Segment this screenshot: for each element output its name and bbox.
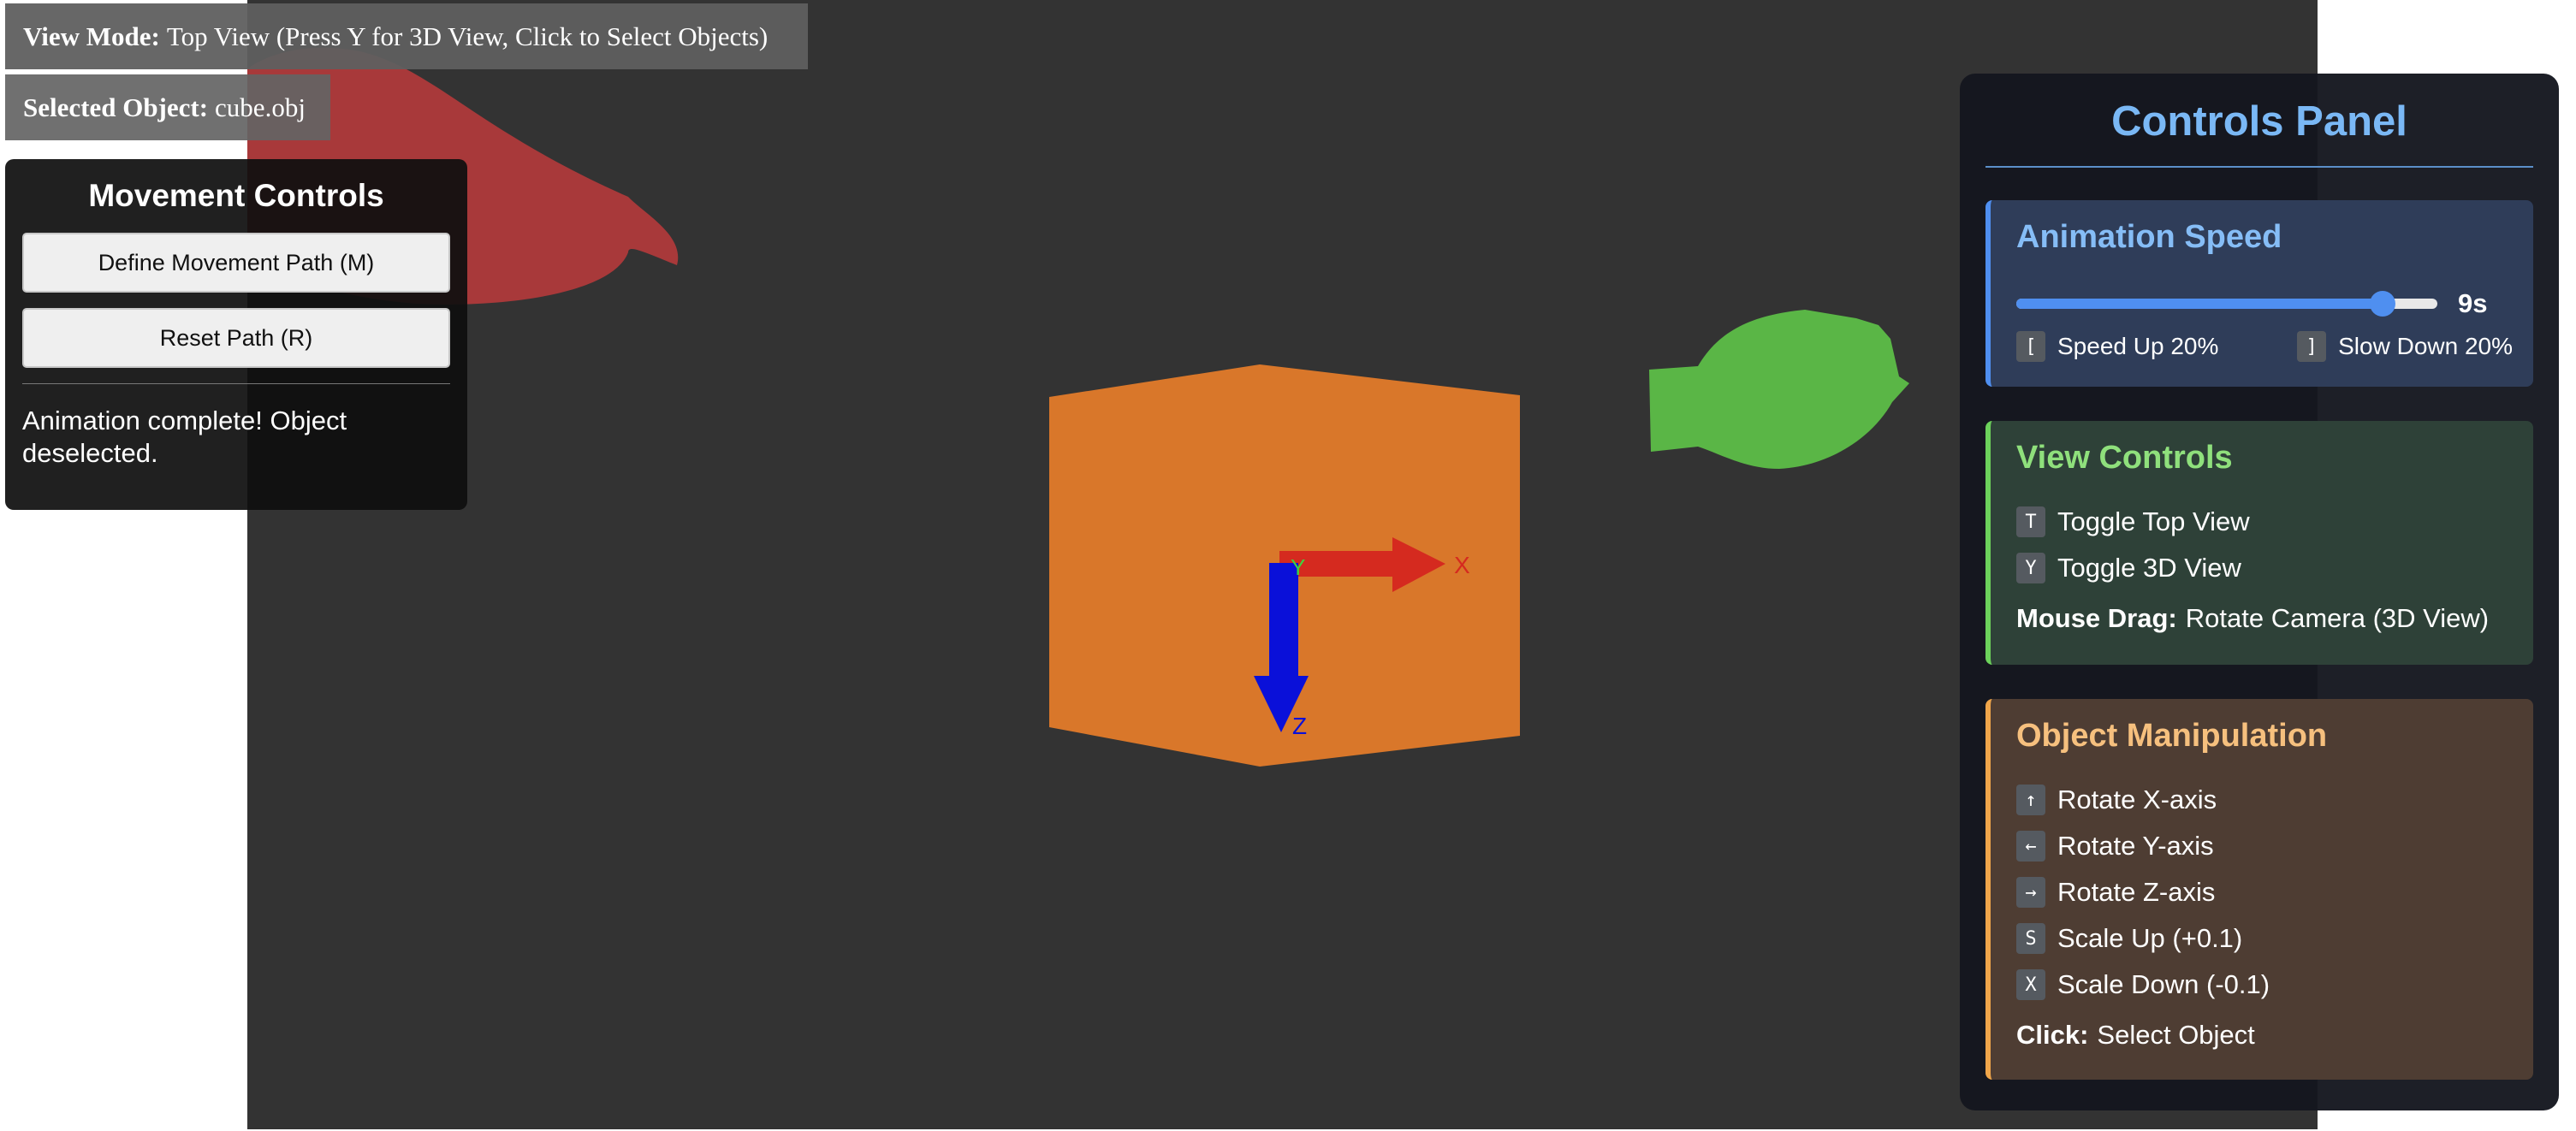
axis-x-label: X [1454,552,1470,578]
speed-up-hint: [ Speed Up 20% [2016,331,2218,362]
reset-path-button[interactable]: Reset Path (R) [22,308,450,368]
rotate-y-hint: ← Rotate Y-axis [2016,823,2513,869]
view-controls-section: View Controls T Toggle Top View Y Toggle… [1985,421,2533,665]
key-badge: S [2016,923,2045,954]
divider [1985,166,2533,168]
slow-down-hint: ] Slow Down 20% [2297,331,2513,362]
rotate-x-hint: ↑ Rotate X-axis [2016,777,2513,823]
slider-fill [2016,299,2383,309]
key-badge: Y [2016,553,2045,583]
controls-panel-title: Controls Panel [2111,98,2407,145]
note-value: Select Object [2097,1020,2255,1050]
toggle-3d-view-hint: Y Toggle 3D View [2016,545,2513,591]
slow-down-label: Slow Down 20% [2338,333,2513,359]
key-hint-label: Rotate X-axis [2057,785,2217,814]
view-mode-value: Top View (Press Y for 3D View, Click to … [166,21,769,51]
selected-object-value: cube.obj [215,92,306,122]
click-note: Click: Select Object [2016,1020,2513,1051]
axis-y-label: Y [1291,554,1305,580]
key-hint-label: Rotate Y-axis [2057,831,2214,861]
green-object[interactable] [1649,310,1909,469]
key-badge: T [2016,506,2045,537]
note-label: Click: [2016,1020,2089,1050]
animation-speed-slider[interactable] [2016,291,2437,317]
animation-speed-title: Animation Speed [2016,219,2282,255]
object-manipulation-title: Object Manipulation [2016,718,2328,754]
animation-speed-section: Animation Speed 9s [ Speed Up 20% ] Slow… [1985,200,2533,387]
view-mode-label: View Mode: [23,21,160,51]
rotate-z-hint: → Rotate Z-axis [2016,869,2513,915]
arrow-right-icon: → [2016,877,2045,908]
mouse-drag-note: Mouse Drag: Rotate Camera (3D View) [2016,603,2513,634]
scale-up-hint: S Scale Up (+0.1) [2016,915,2513,962]
key-hint-label: Rotate Z-axis [2057,877,2216,907]
controls-panel: Controls Panel Animation Speed 9s [ Spee… [1960,74,2559,1110]
speed-up-label: Speed Up 20% [2057,333,2219,359]
slider-thumb[interactable] [2370,291,2396,317]
movement-controls-panel: Movement Controls Define Movement Path (… [5,159,467,510]
divider [22,383,450,384]
slow-down-key: ] [2297,331,2327,362]
speed-up-key: [ [2016,331,2045,362]
animation-speed-value: 9s [2458,288,2488,318]
selected-object-indicator: Selected Object: cube.obj [5,74,330,140]
scale-down-hint: X Scale Down (-0.1) [2016,962,2513,1008]
key-hint-label: Toggle Top View [2057,506,2250,536]
movement-controls-title: Movement Controls [88,178,384,213]
arrow-up-icon: ↑ [2016,785,2045,815]
axis-z-shaft [1269,563,1298,678]
note-value: Rotate Camera (3D View) [2185,603,2490,633]
axis-z-label: Z [1292,713,1307,739]
toggle-top-view-hint: T Toggle Top View [2016,499,2513,545]
key-hint-label: Toggle 3D View [2057,553,2241,583]
key-hint-label: Scale Down (-0.1) [2057,969,2270,999]
view-controls-title: View Controls [2016,440,2233,476]
note-label: Mouse Drag: [2016,603,2177,633]
key-hint-label: Scale Up (+0.1) [2057,923,2243,953]
selected-object-label: Selected Object: [23,92,209,122]
object-manipulation-section: Object Manipulation ↑ Rotate X-axis ← Ro… [1985,699,2533,1080]
key-badge: X [2016,969,2045,1000]
arrow-left-icon: ← [2016,831,2045,862]
animation-status-text: Animation complete! Object deselected. [22,406,347,468]
view-mode-indicator: View Mode: Top View (Press Y for 3D View… [5,3,808,69]
define-movement-path-button[interactable]: Define Movement Path (M) [22,233,450,293]
